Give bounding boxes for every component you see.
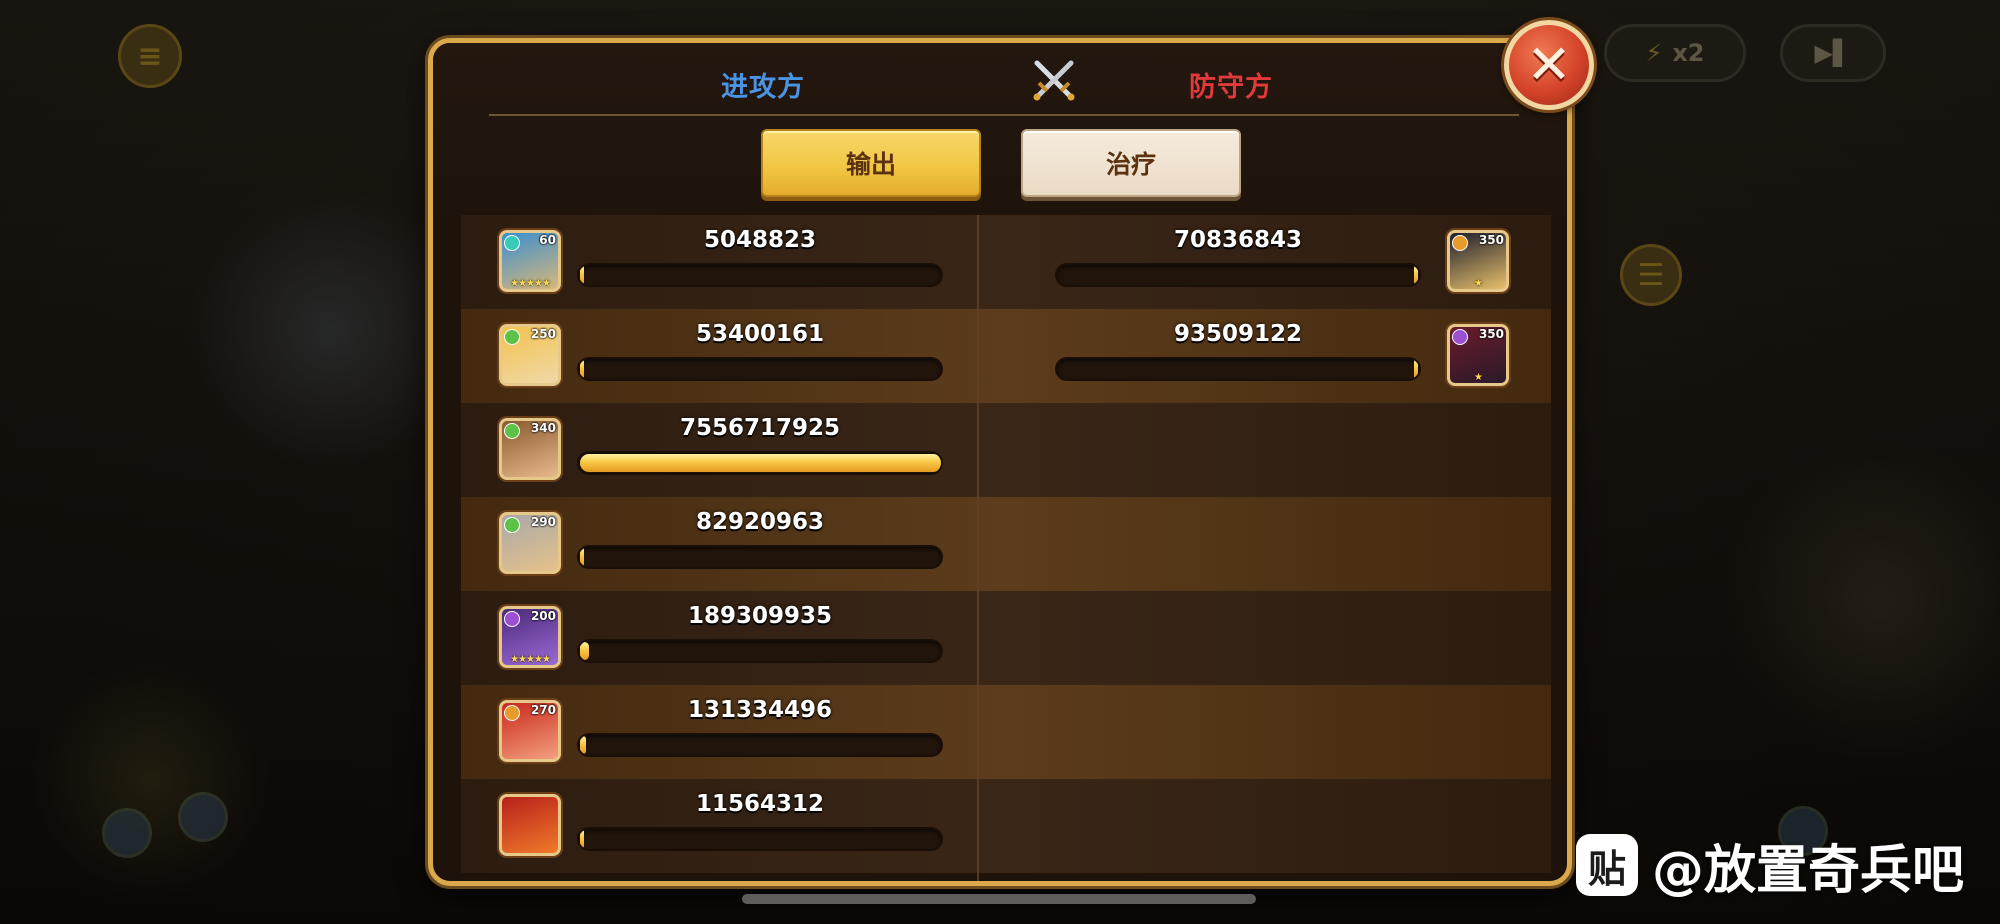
hero-stars: ★	[1474, 278, 1483, 289]
damage-bar	[577, 451, 943, 475]
damage-value: 11564312	[695, 791, 825, 817]
lightning-icon: ⚡	[1645, 39, 1663, 67]
tieba-logo-icon: 贴	[1576, 834, 1638, 896]
hero-stars: ★	[1474, 372, 1483, 383]
attack-side-label: 进攻方	[721, 72, 805, 103]
damage-bar	[1055, 263, 1421, 287]
bg-skill-icon	[102, 808, 152, 858]
hero-level: 250	[530, 327, 556, 341]
tab-heal[interactable]: 治疗	[1021, 129, 1241, 197]
hero-level: 60	[539, 233, 556, 247]
defense-side-label: 防守方	[1189, 72, 1273, 103]
damage-bar	[577, 545, 943, 569]
battle-stats-panel: 进攻方 防守方 输出 治疗 60 ★★★★★ 5048823 250 53400161 3…	[428, 38, 1572, 886]
hero-portrait[interactable]: 200 ★★★★★	[499, 606, 561, 668]
faction-icon	[504, 423, 520, 439]
faction-icon	[504, 611, 520, 627]
crossed-swords-icon	[1033, 60, 1075, 101]
close-icon: ✕	[1526, 33, 1572, 96]
damage-bar-fill	[1414, 266, 1418, 284]
hero-stars: ★★★★★	[510, 278, 551, 289]
damage-bar-fill	[1413, 360, 1418, 378]
tab-output[interactable]: 输出	[761, 129, 981, 197]
hero-portrait[interactable]: 270	[499, 700, 561, 762]
hero-stars: ★★★★★	[510, 654, 551, 665]
stats-rows: 60 ★★★★★ 5048823 250 53400161 340 7556717925 29…	[461, 215, 1551, 881]
faction-icon	[504, 235, 520, 251]
faction-icon	[504, 705, 520, 721]
damage-value: 82920963	[695, 509, 825, 535]
damage-value: 93509122	[1173, 321, 1303, 347]
hero-level: 350	[1478, 327, 1504, 341]
watermark-text: @放置奇兵吧	[1652, 840, 1965, 901]
damage-bar-fill	[580, 266, 584, 284]
home-indicator[interactable]	[742, 894, 1256, 904]
damage-bar	[577, 263, 943, 287]
skip-button-bg: ▶▌	[1780, 24, 1886, 82]
hero-portrait[interactable]: 290	[499, 512, 561, 574]
faction-icon	[504, 517, 520, 533]
damage-value: 131334496	[687, 697, 833, 723]
list-icon: ☰	[1620, 244, 1682, 306]
damage-bar	[577, 357, 943, 381]
damage-bar-fill	[580, 736, 587, 754]
hero-level: 200	[530, 609, 556, 623]
hero-portrait[interactable]: 250	[499, 324, 561, 386]
damage-bar-fill	[580, 642, 590, 660]
close-button[interactable]: ✕	[1504, 20, 1594, 110]
hero-portrait[interactable]	[499, 794, 561, 856]
damage-value: 5048823	[703, 227, 817, 253]
column-divider	[977, 215, 979, 881]
damage-value: 189309935	[687, 603, 833, 629]
damage-value: 70836843	[1173, 227, 1303, 253]
hero-level: 290	[530, 515, 556, 529]
hero-portrait[interactable]: 350 ★	[1447, 324, 1509, 386]
speed-label: x2	[1672, 39, 1705, 67]
hero-portrait[interactable]: 350 ★	[1447, 230, 1509, 292]
menu-icon: ≡	[118, 24, 182, 88]
damage-value: 53400161	[695, 321, 825, 347]
faction-icon	[1452, 329, 1468, 345]
hero-level: 340	[530, 421, 556, 435]
hero-portrait[interactable]: 340	[499, 418, 561, 480]
watermark: 贴 @放置奇兵吧	[1576, 830, 1965, 901]
bg-skill-icon	[178, 792, 228, 842]
speed-toggle: ⚡ x2	[1604, 24, 1746, 82]
damage-bar-fill	[580, 454, 941, 472]
damage-value: 7556717925	[679, 415, 841, 441]
hero-portrait[interactable]: 60 ★★★★★	[499, 230, 561, 292]
hero-level: 270	[530, 703, 556, 717]
damage-bar	[577, 639, 943, 663]
damage-bar	[1055, 357, 1421, 381]
faction-icon	[1452, 235, 1468, 251]
damage-bar-fill	[580, 830, 584, 848]
damage-bar-fill	[580, 360, 584, 378]
hero-level: 350	[1478, 233, 1504, 247]
damage-bar	[577, 827, 943, 851]
side-header: 进攻方 防守方	[489, 43, 1519, 116]
faction-icon	[504, 329, 520, 345]
damage-bar	[577, 733, 943, 757]
damage-bar-fill	[580, 548, 584, 566]
